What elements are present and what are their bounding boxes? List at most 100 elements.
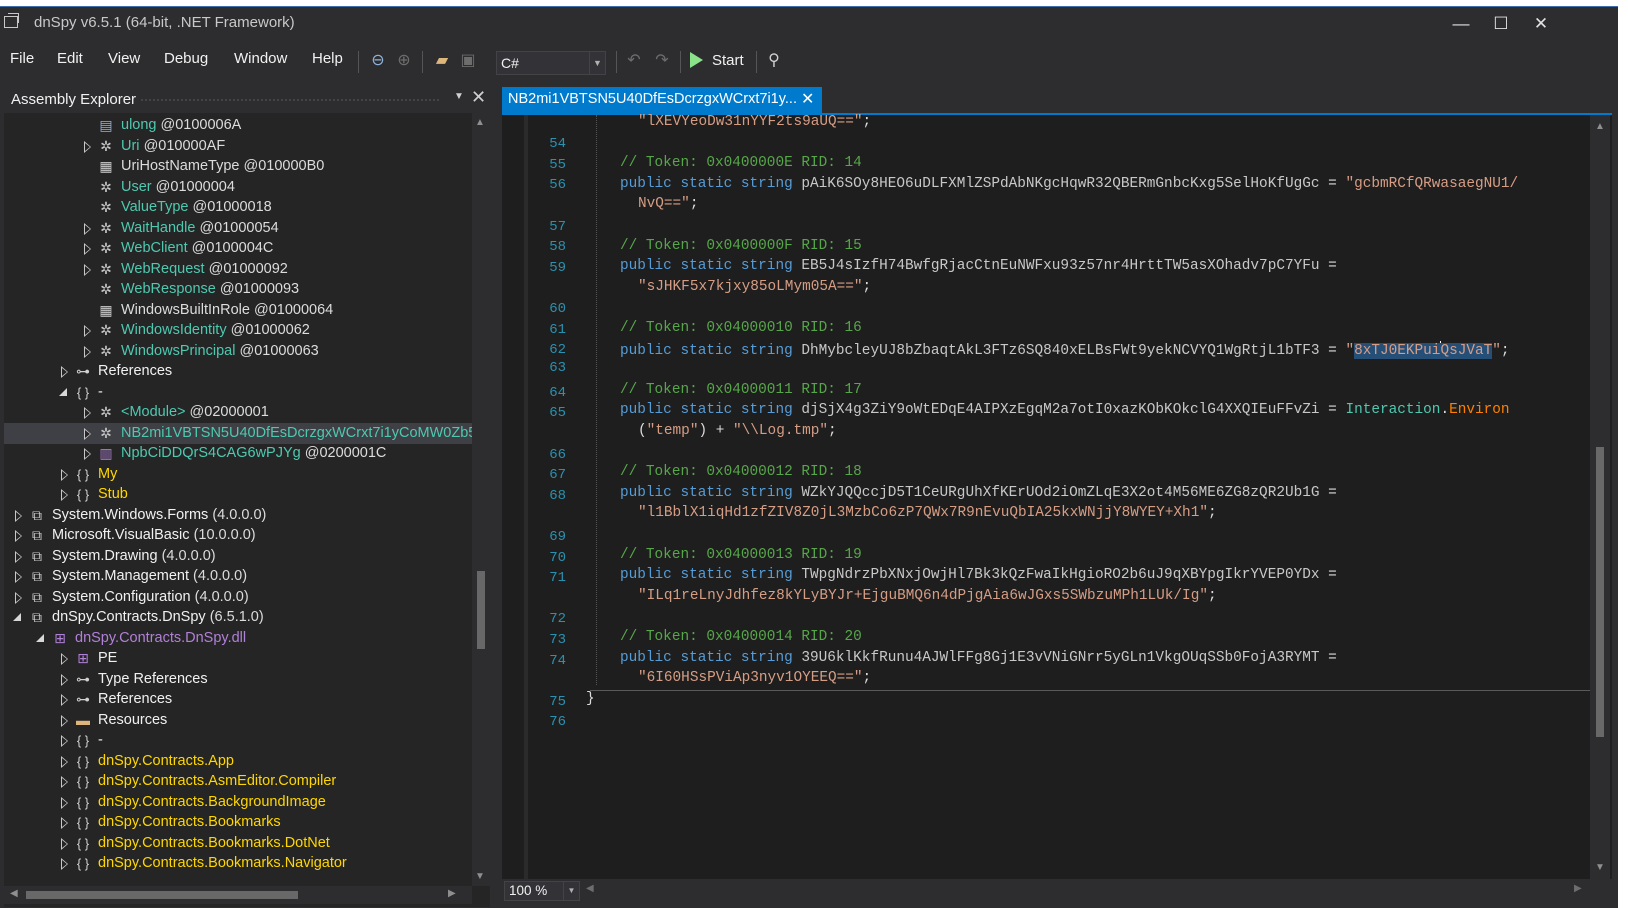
code-line[interactable]: public static string djSjX4g3ZiY9oWtEDqE… bbox=[620, 402, 1510, 418]
code-line[interactable]: // Token: 0x04000013 RID: 19 bbox=[620, 547, 862, 563]
code-line[interactable]: ("temp") + "\\Log.tmp"; bbox=[638, 423, 837, 439]
tree-item[interactable]: ✲ <Module> @02000001 bbox=[4, 402, 472, 423]
explorer-vertical-scrollbar[interactable]: ▲ ▼ bbox=[472, 113, 490, 886]
tree-item[interactable]: { } dnSpy.Contracts.App bbox=[4, 751, 472, 772]
editor-vertical-scrollbar[interactable]: ▲ ▼ bbox=[1590, 115, 1610, 879]
scroll-thumb[interactable] bbox=[1596, 447, 1604, 737]
tree-item[interactable]: ⧉ System.Drawing (4.0.0.0) bbox=[4, 546, 472, 567]
scroll-down-icon[interactable]: ▼ bbox=[475, 871, 485, 882]
tree-item[interactable]: ✲ NB2mi1VBTSN5U40DfEsDcrzgxWCrxt7i1yCoMW0… bbox=[4, 422, 472, 444]
code-line[interactable]: // Token: 0x04000011 RID: 17 bbox=[620, 382, 862, 398]
menu-help[interactable]: Help bbox=[312, 50, 343, 67]
collapsed-arrow-icon[interactable] bbox=[61, 817, 68, 829]
scroll-right-icon[interactable]: ▶ bbox=[448, 888, 456, 899]
code-line[interactable]: "lXEVYeoDw31nYYF2ts9aUQ=="; bbox=[638, 114, 871, 130]
collapsed-arrow-icon[interactable] bbox=[15, 571, 22, 583]
scroll-right-icon[interactable]: ▶ bbox=[1574, 883, 1582, 894]
tree-item[interactable]: ▦ UriHostNameType @010000B0 bbox=[4, 156, 472, 177]
collapsed-arrow-icon[interactable] bbox=[61, 653, 68, 665]
save-icon[interactable]: ▣ bbox=[458, 51, 478, 71]
collapsed-arrow-icon[interactable] bbox=[15, 591, 22, 604]
collapsed-arrow-icon[interactable] bbox=[61, 837, 68, 850]
tree-item[interactable]: { } dnSpy.Contracts.Bookmarks.DotNet bbox=[4, 833, 472, 854]
collapsed-arrow-icon[interactable] bbox=[84, 222, 91, 235]
collapsed-arrow-icon[interactable] bbox=[15, 550, 22, 563]
undo-icon[interactable]: ↶ bbox=[624, 51, 644, 71]
scroll-thumb[interactable] bbox=[477, 571, 485, 649]
tree-item[interactable]: { } My bbox=[4, 464, 472, 485]
explorer-horizontal-scrollbar[interactable]: ◀ ▶ bbox=[4, 886, 472, 904]
tree-item[interactable]: ⧉ System.Configuration (4.0.0.0) bbox=[4, 587, 472, 608]
scroll-up-icon[interactable]: ▲ bbox=[475, 117, 485, 128]
chevron-down-icon[interactable]: ▼ bbox=[454, 91, 464, 102]
tree-item[interactable]: ✲ WebClient @0100004C bbox=[4, 238, 472, 259]
tree-item[interactable]: { } Stub bbox=[4, 484, 472, 505]
tree-item[interactable]: ▤ ulong @0100006A bbox=[4, 115, 472, 136]
language-select[interactable]: C# ▼ bbox=[496, 51, 606, 75]
tree-item[interactable]: { } - bbox=[4, 382, 472, 403]
tree-item[interactable]: ✲ WindowsIdentity @01000062 bbox=[4, 320, 472, 341]
scroll-left-icon[interactable]: ◀ bbox=[586, 883, 594, 894]
document-tab[interactable]: NB2mi1VBTSN5U40DfEsDcrzgxWCrxt7i1y... ✕ bbox=[502, 87, 822, 113]
forward-arrow-icon[interactable]: ⊕ bbox=[394, 51, 414, 71]
tree-item[interactable]: ⊞ dnSpy.Contracts.DnSpy.dll bbox=[4, 628, 472, 649]
tree-item[interactable]: ▦ WindowsBuiltInRole @01000064 bbox=[4, 300, 472, 321]
collapsed-arrow-icon[interactable] bbox=[61, 673, 68, 686]
tree-item[interactable]: ⊶ Type References bbox=[4, 669, 472, 690]
code-line[interactable]: // Token: 0x04000012 RID: 18 bbox=[620, 464, 862, 480]
tree-item[interactable]: ⊞ PE bbox=[4, 648, 472, 669]
tree-item[interactable]: ▬ Resources bbox=[4, 710, 472, 731]
tree-item[interactable]: ⧉ System.Management (4.0.0.0) bbox=[4, 566, 472, 587]
code-line[interactable]: // Token: 0x04000014 RID: 20 bbox=[620, 629, 862, 645]
code-line[interactable]: public static string TWpgNdrzPbXNxjOwjHl… bbox=[620, 567, 1337, 583]
collapsed-arrow-icon[interactable] bbox=[61, 468, 68, 481]
tree-item[interactable]: ✲ Uri @010000AF bbox=[4, 136, 472, 157]
collapsed-arrow-icon[interactable] bbox=[61, 694, 68, 706]
tree-item[interactable]: ✲ WebResponse @01000093 bbox=[4, 279, 472, 300]
tree-item[interactable]: { } dnSpy.Contracts.Bookmarks bbox=[4, 812, 472, 833]
code-text[interactable]: "lXEVYeoDw31nYYF2ts9aUQ=="; // Token: 0x0… bbox=[502, 114, 1592, 879]
minimize-button[interactable]: — bbox=[1448, 13, 1474, 35]
code-line[interactable]: "6I60HSsPViAp3nyv1OYEEQ=="; bbox=[638, 670, 871, 686]
collapsed-arrow-icon[interactable] bbox=[61, 755, 68, 768]
panel-grip[interactable] bbox=[140, 98, 440, 103]
close-icon[interactable]: ✕ bbox=[471, 87, 486, 108]
collapsed-arrow-icon[interactable] bbox=[61, 796, 68, 809]
code-line[interactable]: // Token: 0x0400000E RID: 14 bbox=[620, 155, 862, 171]
collapsed-arrow-icon[interactable] bbox=[61, 735, 68, 747]
close-tab-icon[interactable]: ✕ bbox=[801, 89, 814, 109]
collapsed-arrow-icon[interactable] bbox=[84, 407, 91, 419]
code-line[interactable]: public static string pAiK6SOy8HEO6uDLFXM… bbox=[620, 176, 1518, 192]
code-line[interactable]: "ILq1reLnyJdhfez8kYLyBYJr+EjguBMQ6n4dPjg… bbox=[638, 588, 1217, 604]
code-line[interactable]: public static string 39U6klKkfRunu4AJWlF… bbox=[620, 650, 1337, 666]
expanded-arrow-icon[interactable] bbox=[59, 387, 67, 396]
tree-item[interactable]: { } dnSpy.Contracts.AsmEditor.Compiler bbox=[4, 771, 472, 792]
scroll-thumb[interactable] bbox=[26, 891, 298, 899]
collapsed-arrow-icon[interactable] bbox=[61, 489, 68, 501]
tree-item[interactable]: ⧉ dnSpy.Contracts.DnSpy (6.5.1.0) bbox=[4, 607, 472, 628]
code-line[interactable]: // Token: 0x04000010 RID: 16 bbox=[620, 320, 862, 336]
menu-view[interactable]: View bbox=[108, 50, 140, 67]
tree-item[interactable]: { } dnSpy.Contracts.Bookmarks.Navigator bbox=[4, 853, 472, 874]
search-icon[interactable]: ⚲ bbox=[764, 51, 784, 71]
tree-item[interactable]: ✲ User @01000004 bbox=[4, 177, 472, 198]
scroll-down-icon[interactable]: ▼ bbox=[1595, 862, 1605, 873]
code-line[interactable]: "l1BblX1iqHd1zfZIV8Z0jL3MzbCo6zP7QWx7R9n… bbox=[638, 505, 1217, 521]
redo-icon[interactable]: ↷ bbox=[652, 51, 672, 71]
collapsed-arrow-icon[interactable] bbox=[61, 714, 68, 727]
expanded-arrow-icon[interactable] bbox=[13, 613, 21, 621]
tree-item[interactable]: { } dnSpy.Contracts.BackgroundImage bbox=[4, 792, 472, 813]
menu-window[interactable]: Window bbox=[234, 50, 287, 67]
tree-item[interactable]: ✲ ValueType @01000018 bbox=[4, 197, 472, 218]
tree-item[interactable]: { } - bbox=[4, 730, 472, 751]
collapsed-arrow-icon[interactable] bbox=[15, 509, 22, 522]
code-line[interactable]: public static string WZkYJQQccjD5T1CeURg… bbox=[620, 485, 1337, 501]
zoom-select[interactable]: 100 % ▼ bbox=[504, 881, 580, 901]
scroll-up-icon[interactable]: ▲ bbox=[1595, 121, 1605, 132]
collapsed-arrow-icon[interactable] bbox=[84, 243, 91, 255]
code-editor[interactable]: 54 55 56 57 58 59 60 61 62 63 64 65 66 67 68 69 70 71 72 73… bbox=[502, 114, 1612, 879]
scroll-left-icon[interactable]: ◀ bbox=[10, 888, 18, 899]
collapsed-arrow-icon[interactable] bbox=[61, 776, 68, 788]
open-folder-icon[interactable]: ▰ bbox=[432, 51, 452, 71]
close-button[interactable]: ✕ bbox=[1528, 13, 1554, 35]
